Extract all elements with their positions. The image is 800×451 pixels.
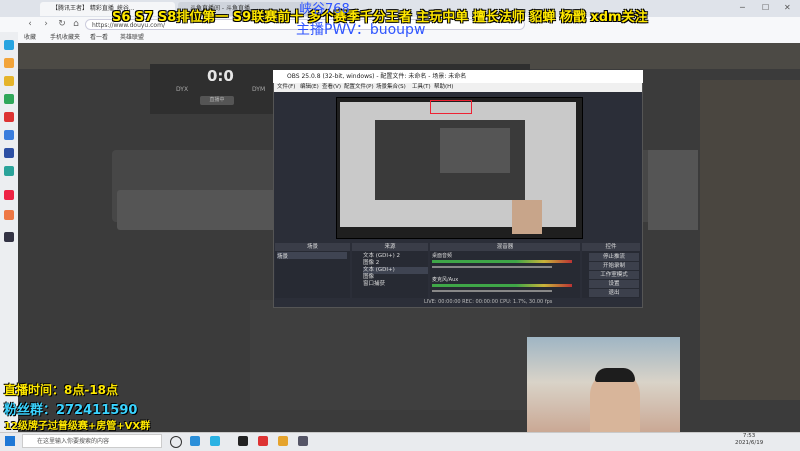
app-icon[interactable] [278,436,288,446]
app-icon[interactable] [4,210,14,220]
match-score: 0:0 [207,67,234,85]
live-badge[interactable]: 直播中 [200,96,234,105]
desktop-volume-slider[interactable] [432,266,552,268]
side-card [648,150,698,230]
close-icon[interactable]: ✕ [784,1,791,15]
minimize-icon[interactable]: ─ [740,1,745,15]
desktop-audio-meter [432,260,572,263]
right-rail [700,80,800,400]
app-icon[interactable] [210,436,220,446]
app-icon[interactable] [258,436,268,446]
taskbar-search[interactable]: 在这里输入你要搜索的内容 [22,434,162,448]
overlay-live-time: 直播时间：8点-18点 [4,383,119,397]
studio-mode-button[interactable]: 工作室模式 [589,271,639,279]
dock-scenes-header: 场景 [275,243,350,251]
streamer-hair [595,368,635,382]
bookmark-item[interactable]: 收藏 [24,33,36,42]
cortana-icon[interactable] [170,436,182,448]
app-icon[interactable] [4,76,14,86]
app-icon[interactable] [4,112,14,122]
start-recording-button[interactable]: 开始录制 [589,262,639,270]
scene-item[interactable]: 场景 [277,252,347,260]
obs-status-text: LIVE: 00:00:00 REC: 00:00:00 CPU: 1.7%, … [424,299,553,305]
preview-nested [440,128,510,173]
obs-title: OBS 25.0.8 (32-bit, windows) - 配置文件: 未命名… [273,70,643,83]
clock-time: 7:53 [742,433,756,439]
team-left: DYX [176,86,189,93]
menu-help[interactable]: 帮助(H) [434,83,453,92]
mic-volume-slider[interactable] [432,290,552,292]
source-item[interactable]: 图像 2 [363,260,428,267]
source-item[interactable]: 文本 (GDI+) 2 [363,253,428,260]
dock-sources-header: 来源 [352,243,428,251]
edge-icon[interactable] [190,436,200,446]
app-icon[interactable] [4,130,14,140]
obs-menubar: 文件(F) 编辑(E) 查看(V) 配置文件(P) 场景集合(S) 工具(T) … [274,83,642,92]
stop-streaming-button[interactable]: 停止推流 [589,253,639,261]
preview-facecam [512,200,542,234]
exit-button[interactable]: 退出 [589,289,639,297]
menu-edit[interactable]: 编辑(E) [300,83,319,92]
source-item[interactable]: 窗口捕获 [363,281,428,288]
refresh-icon[interactable]: ↻ [56,17,68,32]
dock-controls-header: 控件 [582,243,640,251]
bookmark-item[interactable]: 看一看 [90,33,108,42]
menu-scene-collection[interactable]: 场景集合(S) [376,83,406,92]
bookmark-item[interactable]: 手机收藏夹 [50,33,80,42]
menu-file[interactable]: 文件(F) [277,83,295,92]
overlay-rank: 峡谷768 [299,2,350,17]
start-icon[interactable] [5,436,15,446]
app-icon[interactable] [4,58,14,68]
app-icon[interactable] [4,166,14,176]
app-icon[interactable] [4,40,14,50]
dock-mixer-header: 混音器 [430,243,580,251]
lower-panel [250,300,530,410]
app-icon[interactable] [4,94,14,104]
menu-view[interactable]: 查看(V) [322,83,341,92]
app-icon[interactable] [4,232,14,242]
source-item[interactable]: 文本 (GDI+) [363,267,428,274]
overlay-fan-group: 粉丝群：272411590 [4,403,138,418]
obs-icon[interactable] [238,436,248,446]
home-icon[interactable]: ⌂ [70,17,82,32]
bookmark-item[interactable]: 英雄联盟 [120,33,144,42]
settings-button[interactable]: 设置 [589,280,639,288]
back-icon[interactable]: ‹ [24,17,36,32]
source-item[interactable]: 图像 [363,274,428,281]
overlay-bottom: 12级牌子过普级赛+房管+VX群 [4,421,151,432]
overlay-streamer: 主播PWV：buoupw [296,22,426,38]
app-icon[interactable] [4,190,14,200]
taskbar-clock: 7:53 2021/6/19 [735,433,763,447]
menu-profile[interactable]: 配置文件(P) [344,83,374,92]
forward-icon[interactable]: › [40,17,52,32]
menu-tools[interactable]: 工具(T) [412,83,431,92]
preview-highlight [430,100,472,114]
obs-statusbar: LIVE: 00:00:00 REC: 00:00:00 CPU: 1.7%, … [274,298,642,307]
mixer-desktop-label: 桌面音频 [432,253,453,259]
team-right: DYM [252,86,266,93]
clock-date: 2021/6/19 [735,440,764,446]
maximize-icon[interactable]: ☐ [762,1,769,15]
stream-card[interactable] [117,190,277,230]
mixer-mic-label: 麦克风/Aux [432,277,459,283]
app-icon[interactable] [4,148,14,158]
app-icon[interactable] [298,436,308,446]
mic-audio-meter [432,284,572,287]
